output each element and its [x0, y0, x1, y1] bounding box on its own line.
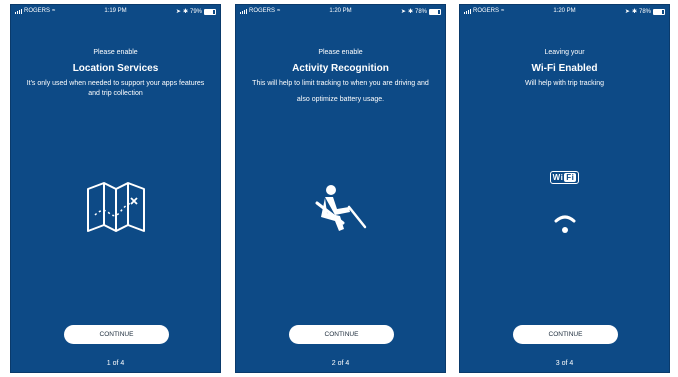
wifi-icon [554, 215, 575, 233]
bluetooth-icon: ✱ [407, 9, 413, 15]
onboarding-screen-wifi: ROGERS ≈ 1:20 PM ➤ ✱ 78% Leaving your Wi… [459, 4, 670, 373]
location-arrow-icon: ➤ [400, 9, 406, 15]
onboarding-screen-activity: ROGERS ≈ 1:20 PM ➤ ✱ 78% Please enable A… [235, 4, 446, 373]
battery-percent: 78% [414, 8, 427, 15]
screen-title: Wi-Fi Enabled [531, 63, 598, 74]
page-indicator: 1 of 4 [106, 360, 125, 367]
screen-kicker: Leaving your [544, 49, 585, 56]
status-bar: ROGERS ≈ 1:20 PM ➤ ✱ 78% [236, 8, 445, 18]
continue-button[interactable]: CONTINUE [513, 325, 618, 344]
screen-kicker: Please enable [93, 49, 138, 56]
status-bar: ROGERS ≈ 1:19 PM ➤ ✱ 79% [11, 8, 220, 18]
screen-description: Will help with trip tracking [525, 80, 604, 87]
screen-kicker: Please enable [318, 49, 363, 56]
bluetooth-icon: ✱ [631, 9, 637, 15]
screen-description: This will help to limit tracking to when… [252, 80, 429, 103]
battery-icon [204, 8, 216, 15]
screen-description: It's only used when needed to support yo… [26, 80, 205, 97]
battery-percent: 78% [638, 8, 651, 15]
screen-title: Activity Recognition [292, 63, 389, 74]
battery-percent: 79% [189, 8, 202, 15]
page-indicator: 2 of 4 [331, 360, 350, 367]
seatbelt-driver-icon [315, 185, 366, 231]
page-indicator: 3 of 4 [555, 360, 574, 367]
location-arrow-icon: ➤ [175, 9, 181, 15]
continue-button[interactable]: CONTINUE [289, 325, 394, 344]
onboarding-screen-location: ROGERS ≈ 1:19 PM ➤ ✱ 79% Please enable L… [10, 4, 221, 373]
battery-icon [653, 8, 665, 15]
screen-title: Location Services [72, 63, 159, 74]
location-arrow-icon: ➤ [624, 9, 630, 15]
status-bar: ROGERS ≈ 1:20 PM ➤ ✱ 78% [460, 8, 669, 18]
battery-icon [429, 8, 441, 15]
wifi-logo-icon: Wi Fi [549, 171, 580, 184]
map-route-icon [86, 182, 145, 232]
bluetooth-icon: ✱ [182, 9, 188, 15]
continue-button[interactable]: CONTINUE [64, 325, 169, 344]
